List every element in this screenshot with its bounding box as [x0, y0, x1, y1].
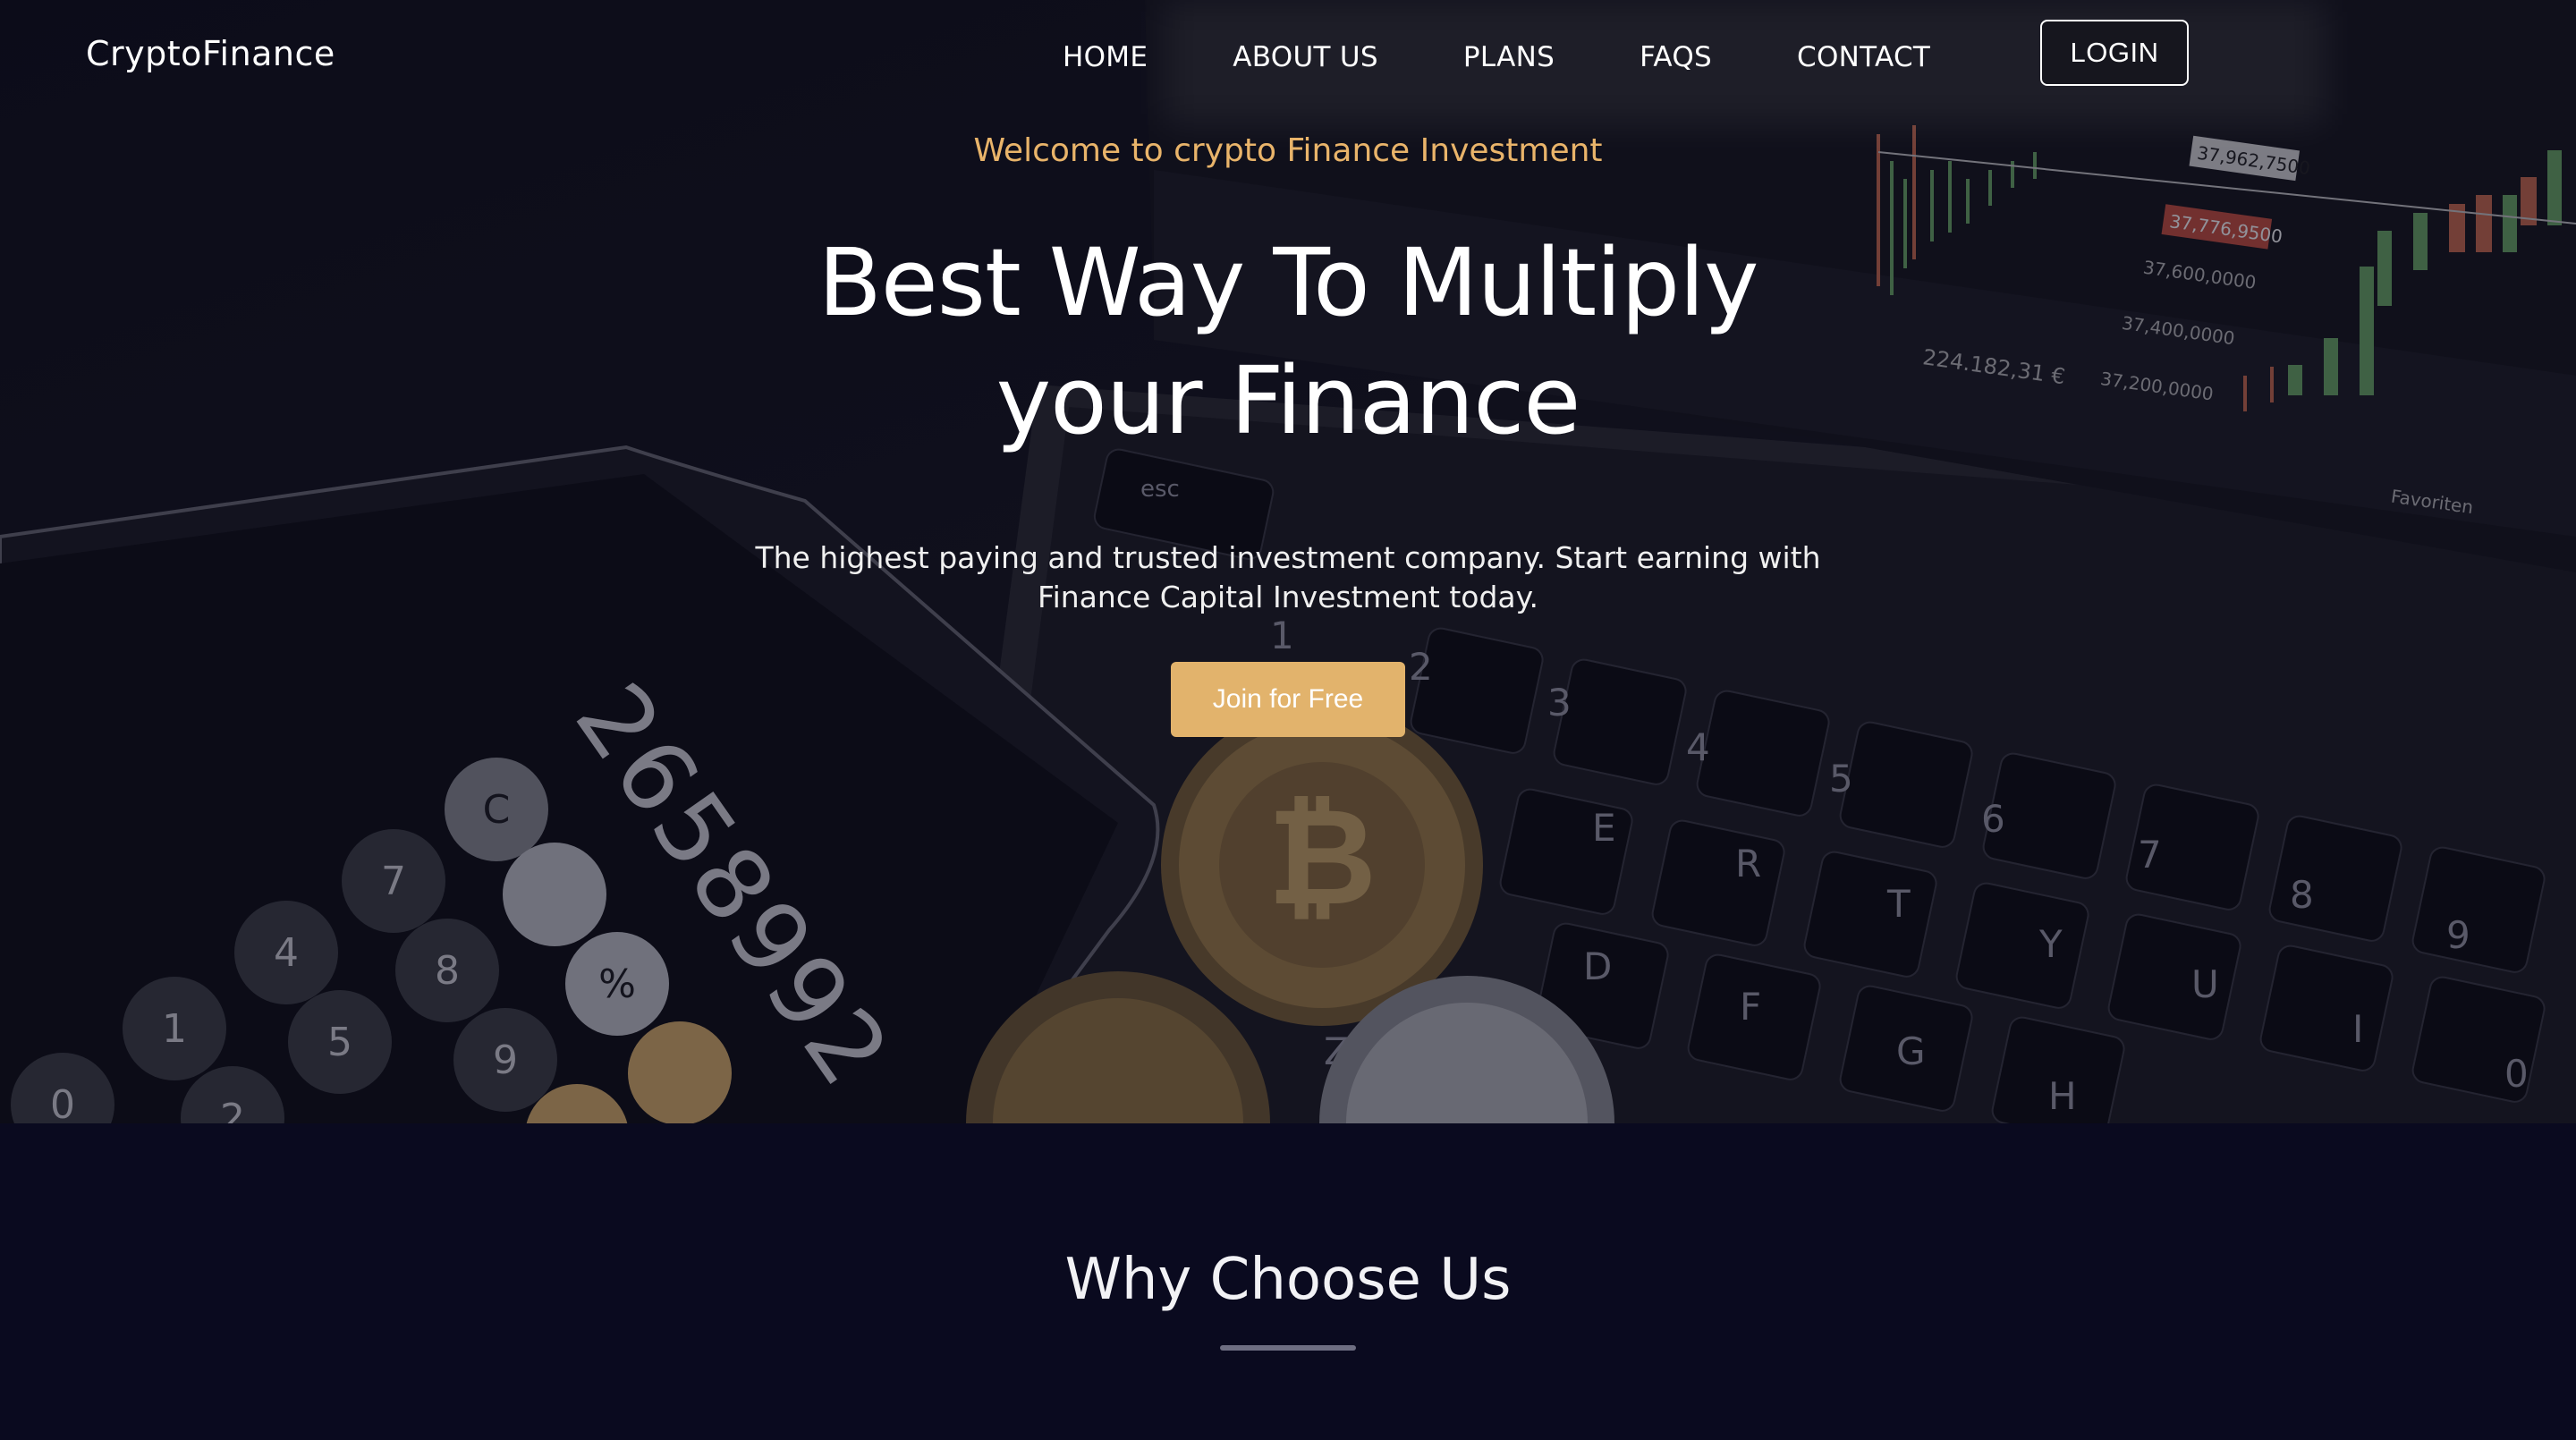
nav-link-contact[interactable]: CONTACT: [1797, 41, 1930, 73]
nav-links: HOME ABOUT US PLANS FAQS CONTACT: [1063, 36, 2015, 79]
why-choose-us-section: Why Choose Us: [0, 1123, 2576, 1440]
hero-section: 37,962,7500 37,776,9500 37,600,0000 37,4…: [0, 0, 2576, 1123]
nav-link-faqs[interactable]: FAQS: [1640, 41, 1712, 73]
nav-link-about-us[interactable]: ABOUT US: [1233, 41, 1378, 73]
nav-link-home[interactable]: HOME: [1063, 41, 1148, 73]
nav-link-plans[interactable]: PLANS: [1463, 41, 1555, 73]
hero-subtext: The highest paying and trusted investmen…: [755, 540, 1821, 614]
title-underline: [1220, 1345, 1356, 1351]
login-button[interactable]: LOGIN: [2040, 20, 2189, 86]
section-title: Why Choose Us: [1064, 1247, 1512, 1313]
hero-welcome-text: Welcome to crypto Finance Investment: [973, 132, 1603, 169]
navbar: CryptoFinance HOME ABOUT US PLANS FAQS C…: [0, 0, 2576, 125]
hero-headline: Best Way To Multiply your Finance: [818, 228, 1758, 455]
join-for-free-button[interactable]: Join for Free: [1171, 662, 1405, 737]
brand-logo[interactable]: CryptoFinance: [86, 34, 335, 73]
